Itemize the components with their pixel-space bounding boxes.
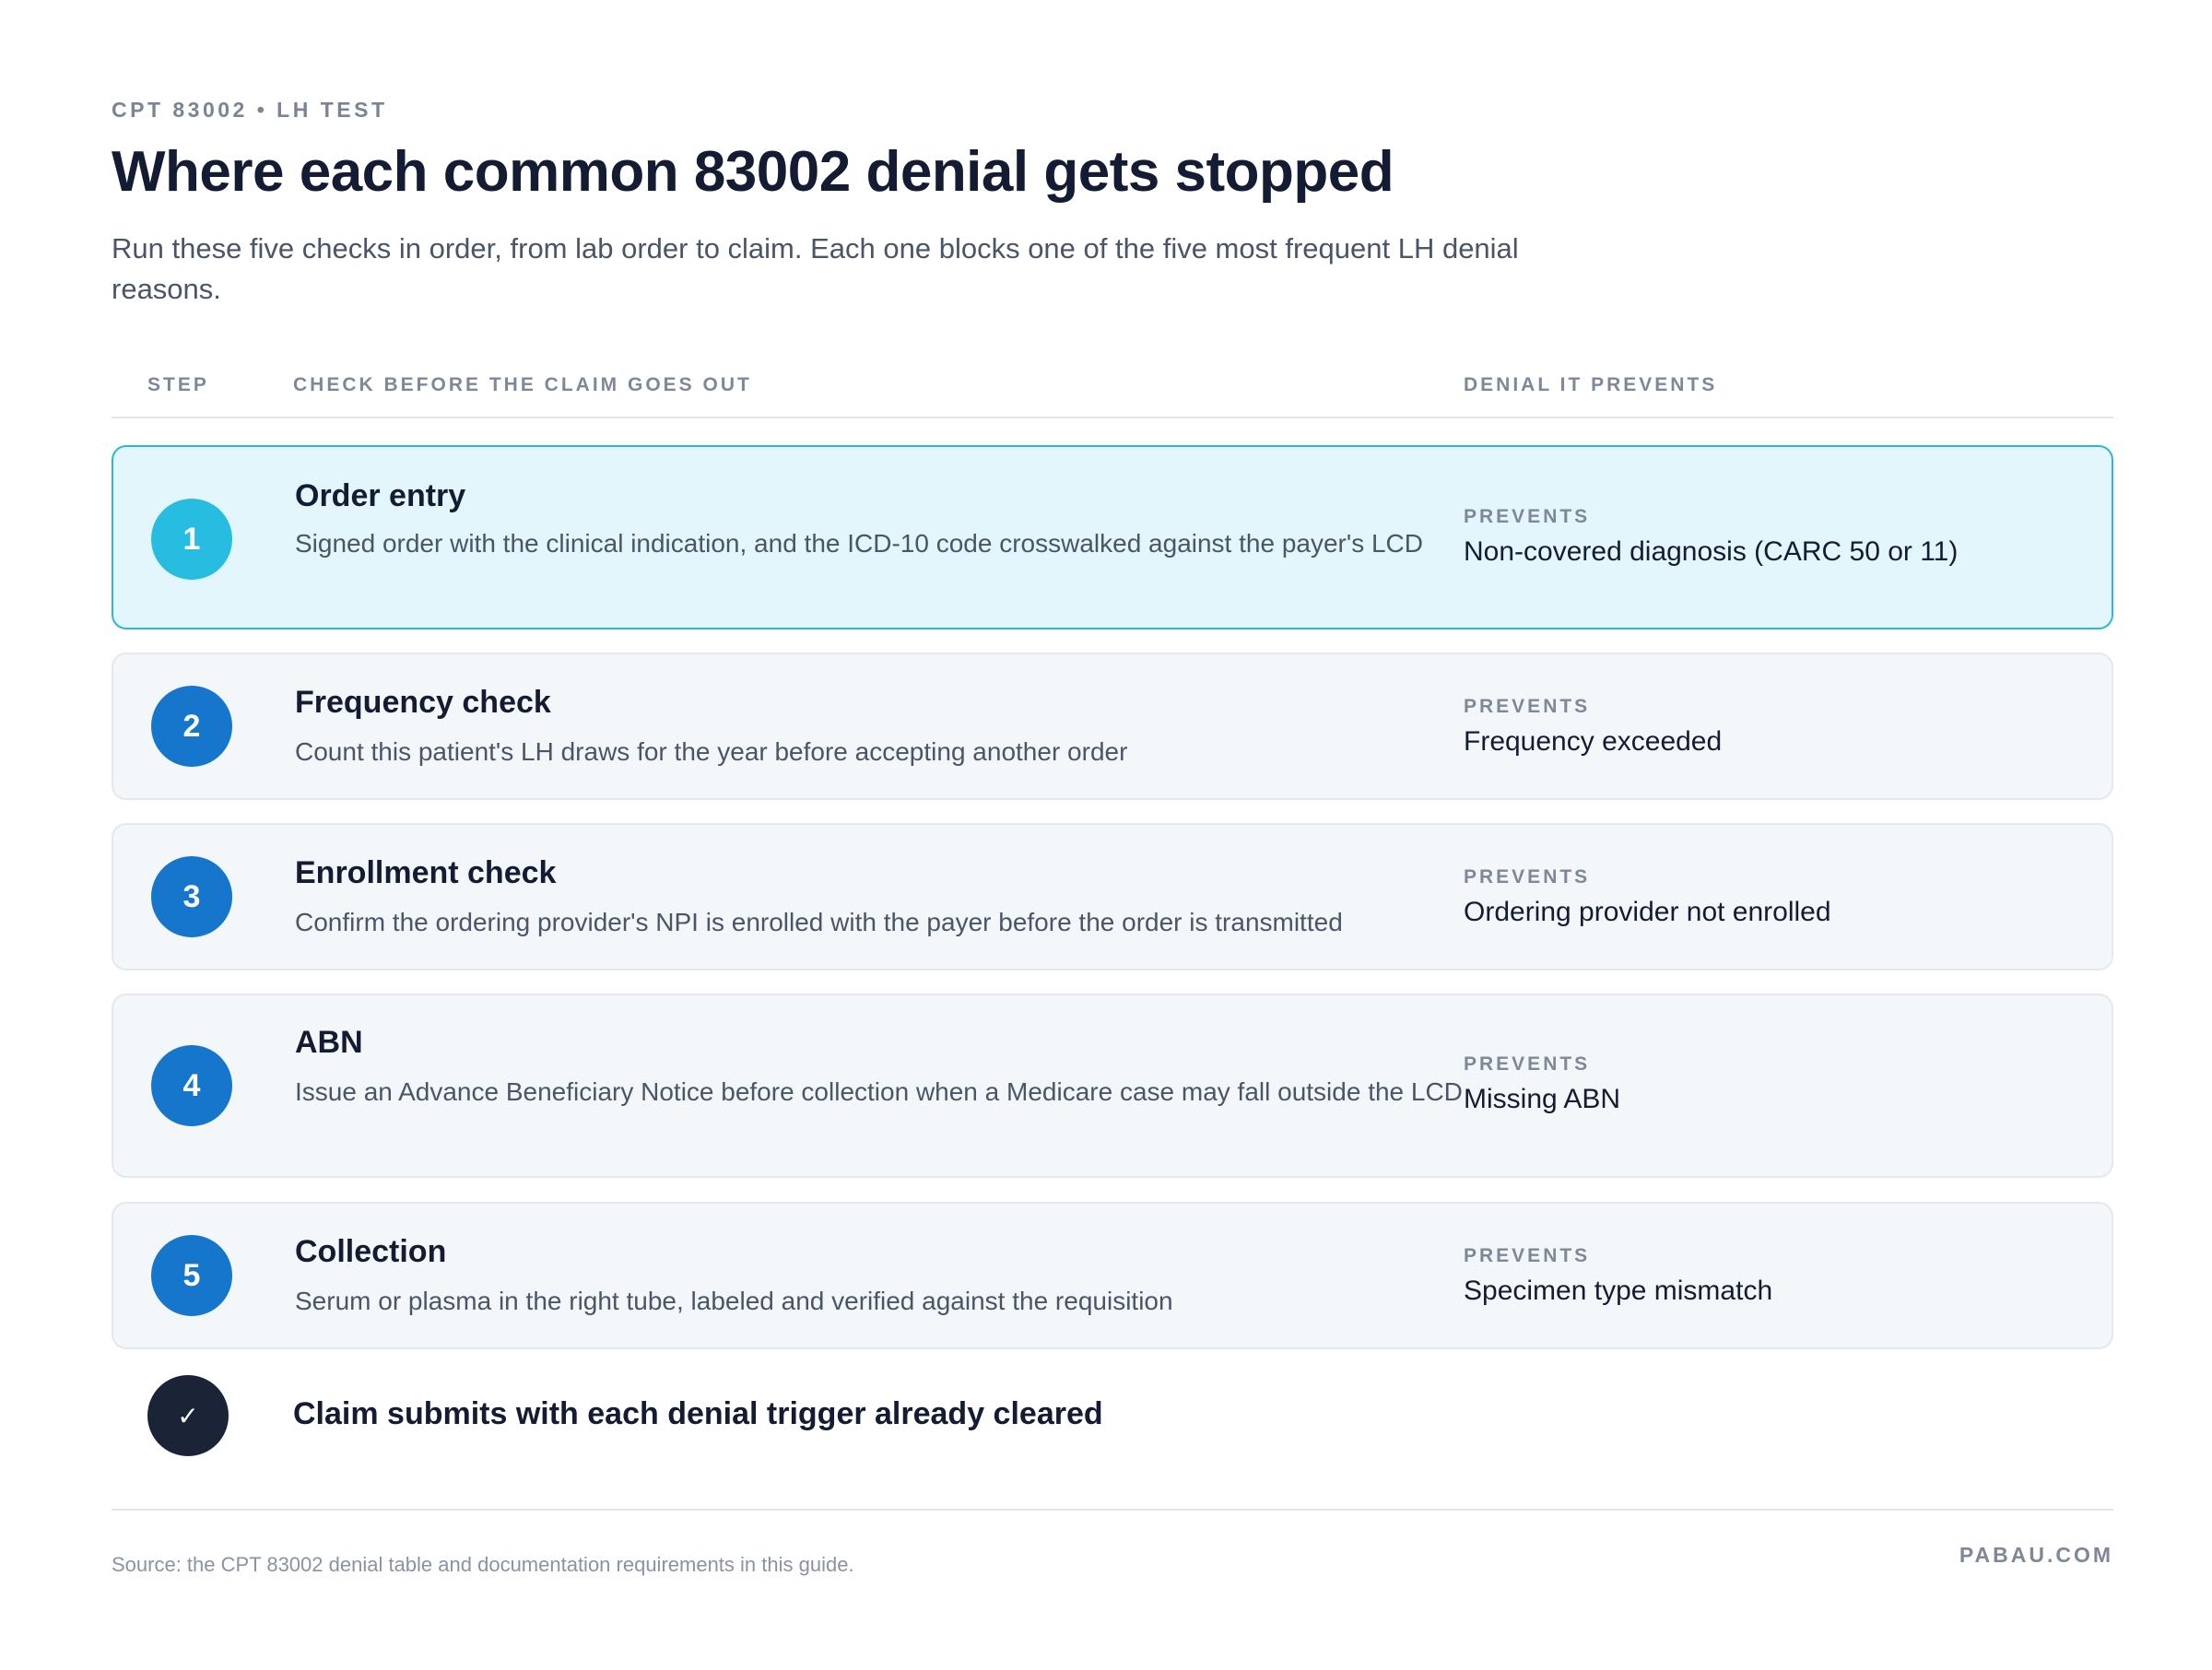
check-icon: ✓: [147, 1375, 229, 1456]
eyebrow-label: CPT 83002 • LH TEST: [112, 98, 388, 122]
final-outcome-text: Claim submits with each denial trigger a…: [293, 1396, 1103, 1431]
step-number-badge: 4: [151, 1045, 232, 1126]
step-row-collection: 5 Collection Serum or plasma in the righ…: [112, 1202, 2113, 1349]
prevents-value: Specimen type mismatch: [1464, 1276, 1773, 1306]
step-number-badge: 2: [151, 686, 232, 767]
step-row-abn: 4 ABN Issue an Advance Beneficiary Notic…: [112, 994, 2113, 1178]
step-number-badge: 1: [151, 499, 232, 580]
page-subtitle: Run these five checks in order, from lab…: [112, 232, 1519, 305]
step-title: Collection: [295, 1234, 447, 1269]
footer-divider: [112, 1509, 2113, 1511]
prevents-label: PREVENTS: [1464, 696, 1591, 717]
prevents-label: PREVENTS: [1464, 1053, 1591, 1075]
step-description: Serum or plasma in the right tube, label…: [295, 1287, 1173, 1315]
step-title: ABN: [295, 1025, 363, 1060]
page-title: Where each common 83002 denial gets stop…: [112, 140, 1394, 204]
step-description: Issue an Advance Beneficiary Notice befo…: [295, 1077, 1463, 1106]
prevents-label: PREVENTS: [1464, 1245, 1591, 1266]
prevents-value: Ordering provider not enrolled: [1464, 897, 1831, 927]
source-note: Source: the CPT 83002 denial table and d…: [112, 1553, 854, 1576]
step-title: Order entry: [295, 478, 466, 513]
prevents-value: Missing ABN: [1464, 1084, 1621, 1114]
step-description: Confirm the ordering provider's NPI is e…: [295, 908, 1343, 936]
prevents-value: Non-covered diagnosis (CARC 50 or 11): [1464, 536, 1959, 567]
prevents-label: PREVENTS: [1464, 866, 1591, 888]
column-header-denial: DENIAL IT PREVENTS: [1464, 374, 1718, 395]
step-number-badge: 3: [151, 856, 232, 937]
step-title: Enrollment check: [295, 855, 557, 890]
column-header-check: CHECK BEFORE THE CLAIM GOES OUT: [293, 374, 752, 395]
column-header-step: STEP: [147, 374, 209, 395]
step-row-frequency-check: 2 Frequency check Count this patient's L…: [112, 653, 2113, 800]
page: CPT 83002 • LH TEST Where each common 83…: [0, 0, 2212, 1670]
step-title: Frequency check: [295, 685, 551, 720]
step-description: Signed order with the clinical indicatio…: [295, 529, 1424, 558]
brand-label: PABAU.COM: [1959, 1543, 2113, 1567]
prevents-value: Frequency exceeded: [1464, 726, 1723, 757]
step-row-order-entry: 1 Order entry Signed order with the clin…: [112, 445, 2113, 629]
step-description: Count this patient's LH draws for the ye…: [295, 737, 1128, 766]
header-divider: [112, 417, 2113, 418]
prevents-label: PREVENTS: [1464, 506, 1591, 527]
step-number-badge: 5: [151, 1235, 232, 1316]
step-row-enrollment-check: 3 Enrollment check Confirm the ordering …: [112, 823, 2113, 970]
